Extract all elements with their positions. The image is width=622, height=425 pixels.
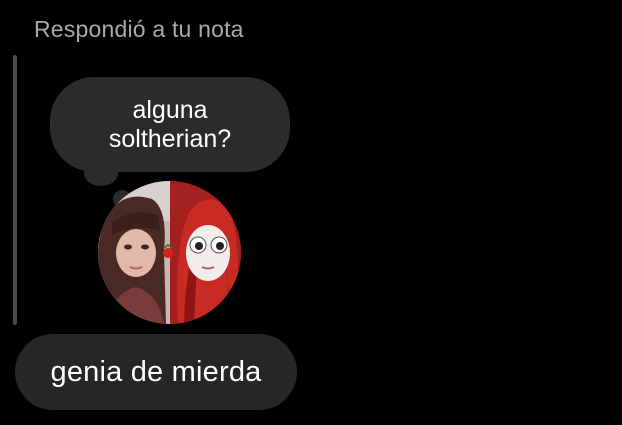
quote-bar [13, 55, 17, 325]
note-bubble[interactable]: alguna soltherian? [50, 77, 290, 172]
message-text: genia de mierda [50, 355, 262, 388]
thought-bubble-dot-large [84, 160, 118, 186]
reply-context-label: Respondió a tu nota [34, 16, 244, 42]
chat-screen: Respondió a tu nota alguna soltherian? g… [0, 0, 622, 425]
note-text: alguna soltherian? [108, 95, 232, 153]
avatar-image [98, 181, 241, 324]
message-bubble[interactable]: genia de mierda [15, 334, 297, 410]
profile-avatar[interactable] [98, 181, 241, 324]
